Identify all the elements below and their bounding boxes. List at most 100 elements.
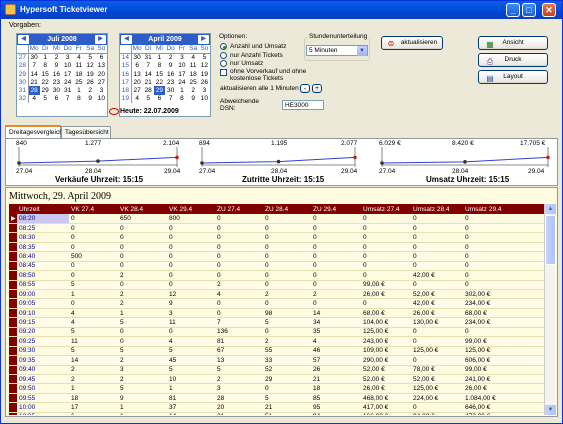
calendar-day[interactable]: 30: [28, 53, 39, 61]
calendar-day[interactable]: 25: [73, 78, 84, 86]
calendar-day[interactable]: 6: [154, 95, 165, 103]
table-row[interactable]: 09:35 14 2 45 13 33 57 290,00 €0 606,00 €: [9, 355, 544, 366]
table-row[interactable]: 09:15 4 5 11 7 5 34 104,00 €130,00 €234,00 €: [9, 317, 544, 328]
column-header[interactable]: ZU 27.4: [215, 204, 263, 214]
calendar-day[interactable]: 7: [165, 95, 176, 103]
calendar-day[interactable]: 13: [96, 62, 107, 70]
table-row[interactable]: 09:25 11 0 4 81 2 4 243,00 €0 99,00 €: [9, 336, 544, 347]
calendar-day[interactable]: 2: [51, 53, 62, 61]
calendar-day[interactable]: 24: [176, 78, 187, 86]
interval-decrease-button[interactable]: -: [300, 84, 310, 93]
row-header[interactable]: [9, 298, 17, 309]
column-header[interactable]: Umsatz 28.4: [411, 204, 463, 214]
tab-tagesuebersicht[interactable]: Tagesübersicht: [61, 126, 111, 138]
table-row[interactable]: 08:30 0 0 0 0 0 0 0 0 0: [9, 232, 544, 243]
calendar-day[interactable]: 15: [154, 70, 165, 78]
table-row[interactable]: 08:40 500 0 0 0 0 0 0 0 0: [9, 251, 544, 262]
row-header[interactable]: [9, 280, 17, 291]
calendar-day[interactable]: 6: [96, 53, 107, 61]
calendar-day[interactable]: 24: [62, 78, 73, 86]
row-header[interactable]: [9, 317, 17, 328]
table-row[interactable]: 10:00 17 1 37 20 21 95 417,00 €0 646,00 €: [9, 402, 544, 413]
dsn-input[interactable]: HE3000: [282, 100, 324, 110]
grid-scrollbar[interactable]: ▲ ▼: [544, 204, 556, 415]
column-header[interactable]: Umsatz 29.4: [463, 204, 544, 214]
calendar-day[interactable]: 13: [131, 70, 142, 78]
calendar-day[interactable]: 30: [165, 86, 176, 94]
calendar-day[interactable]: 4: [28, 95, 39, 103]
calendar-day[interactable]: 21: [143, 78, 154, 86]
calendar-day[interactable]: 27: [131, 86, 142, 94]
row-header[interactable]: [9, 365, 17, 375]
row-header[interactable]: [9, 374, 17, 385]
calendar-day[interactable]: 2: [165, 53, 176, 61]
calendar-day[interactable]: 6: [131, 62, 142, 70]
close-button[interactable]: ✕: [542, 3, 556, 17]
calendar-day[interactable]: 30: [51, 86, 62, 94]
scroll-thumb[interactable]: [545, 215, 556, 265]
calendar-day[interactable]: 22: [154, 78, 165, 86]
calendar-day[interactable]: 3: [62, 53, 73, 61]
calendar-day[interactable]: 16: [165, 70, 176, 78]
table-row[interactable]: 09:00 1 2 12 4 2 2 26,00 €52,00 €302,00 €: [9, 289, 544, 300]
calendar-day[interactable]: 19: [199, 70, 210, 78]
calendar-day[interactable]: 17: [62, 70, 73, 78]
calendar-day[interactable]: 9: [51, 62, 62, 70]
column-header[interactable]: VK 29.4: [167, 204, 215, 214]
calendar-day[interactable]: 3: [96, 86, 107, 94]
row-header[interactable]: [9, 383, 17, 394]
calendar-day[interactable]: 29: [153, 86, 165, 95]
calendar-day[interactable]: 27: [96, 78, 107, 86]
radio-nur-umsatz[interactable]: [220, 60, 227, 67]
calendar-day[interactable]: 1: [176, 86, 187, 94]
calendar-day[interactable]: 18: [73, 70, 84, 78]
calendar-day[interactable]: 10: [96, 95, 107, 103]
table-row[interactable]: 09:20 5 0 0 136 0 35 125,00 €0 0: [9, 327, 544, 338]
row-header[interactable]: [9, 308, 17, 319]
calendar-day[interactable]: 15: [40, 70, 51, 78]
calendar-day[interactable]: 18: [188, 70, 199, 78]
cal2-prev-button[interactable]: ◀: [121, 35, 132, 44]
calendar-start[interactable]: ◀ Juli 2008 ▶ Mo Di Mi Do Fr Sa So 27 30 1…: [16, 33, 108, 117]
calendar-day[interactable]: 14: [143, 70, 154, 78]
calendar-day[interactable]: 21: [28, 78, 39, 86]
row-header[interactable]: [9, 251, 17, 262]
column-header[interactable]: ZU 28.4: [263, 204, 311, 214]
checkbox-ohne-vorverkauf[interactable]: [220, 69, 227, 76]
calendar-day[interactable]: 5: [143, 95, 154, 103]
row-header[interactable]: [9, 402, 17, 413]
row-header[interactable]: [9, 336, 17, 347]
calendar-day[interactable]: 8: [40, 62, 51, 70]
calendar-day[interactable]: 5: [40, 95, 51, 103]
row-header[interactable]: [9, 412, 17, 415]
calendar-day[interactable]: 26: [199, 78, 210, 86]
row-header[interactable]: [9, 346, 17, 357]
table-row[interactable]: 08:25 0 0 0 0 0 0 0 0 0: [9, 223, 544, 234]
column-header[interactable]: Uhrzeit: [17, 204, 69, 214]
aktualisieren-button[interactable]: ⊜ aktualisieren: [381, 36, 443, 50]
calendar-day[interactable]: 9: [188, 95, 199, 103]
calendar-day[interactable]: 9: [85, 95, 96, 103]
calendar-day[interactable]: 5: [85, 53, 96, 61]
calendar-day[interactable]: 23: [165, 78, 176, 86]
table-row[interactable]: 09:05 0 2 9 0 0 0 0 42,00 €234,00 €: [9, 298, 544, 309]
calendar-day[interactable]: 11: [188, 62, 199, 70]
table-row[interactable]: 08:50 0 2 0 0 0 0 0 42,00 €0: [9, 270, 544, 281]
minimize-button[interactable]: _: [506, 3, 520, 17]
row-header[interactable]: [9, 289, 17, 300]
row-header[interactable]: ▶: [9, 214, 17, 224]
calendar-day[interactable]: 1: [154, 53, 165, 61]
calendar-day[interactable]: 7: [28, 62, 39, 70]
calendar-day[interactable]: 7: [62, 95, 73, 103]
calendar-day[interactable]: 10: [199, 95, 210, 103]
table-row[interactable]: 09:40 2 3 5 5 52 26 52,00 €78,00 €99,00 €: [9, 365, 544, 375]
calendar-day[interactable]: 4: [131, 95, 142, 103]
interval-increase-button[interactable]: +: [312, 84, 322, 93]
calendar-day[interactable]: 1: [73, 86, 84, 94]
calendar-day[interactable]: 30: [131, 53, 142, 61]
table-row[interactable]: 09:50 1 5 1 3 0 18 26,00 €125,00 €26,00 €: [9, 383, 544, 394]
calendar-day[interactable]: 28: [28, 86, 40, 95]
table-row[interactable]: 08:55 5 0 0 2 0 0 99,00 €0 0: [9, 280, 544, 291]
calendar-day[interactable]: 25: [188, 78, 199, 86]
scroll-up-button[interactable]: ▲: [545, 204, 556, 214]
